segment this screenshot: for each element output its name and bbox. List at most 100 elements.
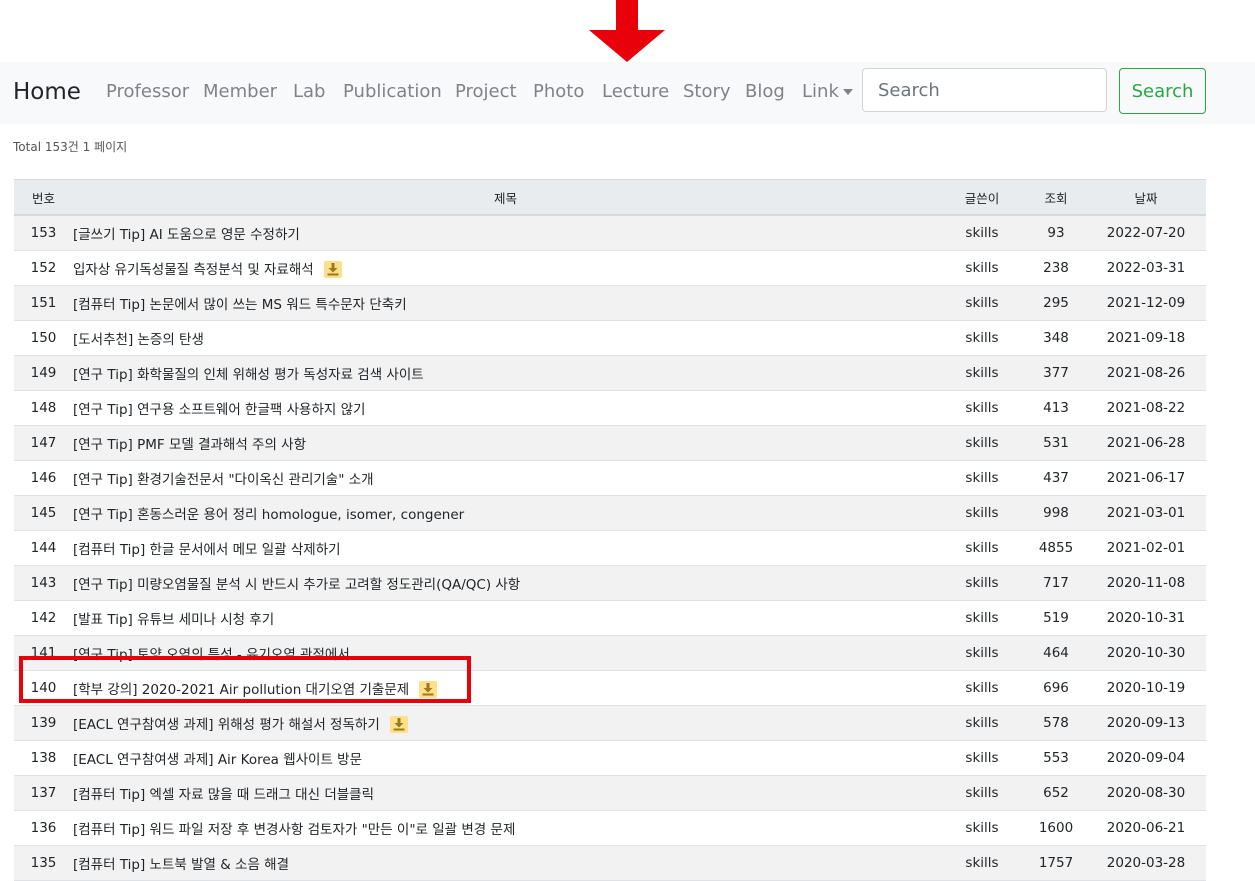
post-title-link[interactable]: [컴퓨터 Tip] 논문에서 많이 쓰는 MS 워드 특수문자 단축키 <box>73 297 407 313</box>
table-row[interactable]: 151 [컴퓨터 Tip] 논문에서 많이 쓰는 MS 워드 특수문자 단축키 sk… <box>14 285 1206 321</box>
navbar: Home Professor Member Lab Publication Pr… <box>0 62 1255 124</box>
post-title-cell: [연구 Tip] 연구용 소프트웨어 한글팩 사용하지 않기 <box>73 390 938 426</box>
post-date: 2020-08-30 <box>1086 775 1206 811</box>
post-writer: skills <box>938 775 1026 811</box>
table-row[interactable]: 150 [도서추천] 논증의 탄생 skills 348 2021-09-18 <box>14 320 1206 356</box>
post-date: 2022-07-20 <box>1086 215 1206 251</box>
post-views: 93 <box>1026 215 1086 251</box>
post-title-link[interactable]: [컴퓨터 Tip] 워드 파일 저장 후 변경사항 검토자가 "만든 이"로 일… <box>73 822 515 838</box>
nav-photo[interactable]: Photo <box>533 81 584 103</box>
post-date: 2020-10-31 <box>1086 600 1206 636</box>
post-title-link[interactable]: [EACL 연구참여생 과제] Air Korea 웹사이트 방문 <box>73 752 362 768</box>
nav-lecture[interactable]: Lecture <box>602 81 669 103</box>
post-title-cell: [컴퓨터 Tip] 논문에서 많이 쓰는 MS 워드 특수문자 단축키 <box>73 285 938 321</box>
post-title-link[interactable]: [연구 Tip] 화학물질의 인체 위해성 평가 독성자료 검색 사이트 <box>73 367 424 383</box>
table-row[interactable]: 153 [글쓰기 Tip] AI 도움으로 영문 수정하기 skills 93 2022… <box>14 215 1206 251</box>
post-writer: skills <box>938 215 1026 251</box>
highlight-box <box>19 656 471 703</box>
table-row[interactable]: 143 [연구 Tip] 미량오염물질 분석 시 반드시 추가로 고려할 정도관리… <box>14 565 1206 601</box>
post-views: 295 <box>1026 285 1086 321</box>
post-date: 2020-11-08 <box>1086 565 1206 601</box>
post-date: 2021-12-09 <box>1086 285 1206 321</box>
post-title-link[interactable]: 입자상 유기독성물질 측정분석 및 자료해석 <box>73 262 314 278</box>
table-row[interactable]: 142 [발표 Tip] 유튜브 세미나 시청 후기 skills 519 2020-1… <box>14 600 1206 636</box>
post-writer: skills <box>938 600 1026 636</box>
table-row[interactable]: 135 [컴퓨터 Tip] 노트북 발열 & 소음 해결 skills 1757 202… <box>14 845 1206 881</box>
post-title-cell: [컴퓨터 Tip] 엑셀 자료 많을 때 드래그 대신 더블클릭 <box>73 775 938 811</box>
post-title-link[interactable]: [연구 Tip] 환경기술전문서 "다이옥신 관리기술" 소개 <box>73 472 374 488</box>
post-title-cell: 입자상 유기독성물질 측정분석 및 자료해석 <box>73 250 938 286</box>
post-views: 377 <box>1026 355 1086 391</box>
table-row[interactable]: 136 [컴퓨터 Tip] 워드 파일 저장 후 변경사항 검토자가 "만든 이"… <box>14 810 1206 846</box>
nav-link-label: Link <box>802 81 839 102</box>
table-row[interactable]: 146 [연구 Tip] 환경기술전문서 "다이옥신 관리기술" 소개 skills… <box>14 460 1206 496</box>
post-number: 146 <box>14 460 73 496</box>
post-title-cell: [컴퓨터 Tip] 노트북 발열 & 소음 해결 <box>73 845 938 881</box>
post-writer: skills <box>938 425 1026 461</box>
table-row[interactable]: 144 [컴퓨터 Tip] 한글 문서에서 메모 일괄 삭제하기 skills 485… <box>14 530 1206 566</box>
post-title-link[interactable]: [발표 Tip] 유튜브 세미나 시청 후기 <box>73 612 274 628</box>
post-title-link[interactable]: [연구 Tip] 혼동스러운 용어 정리 homologue, isomer, … <box>73 507 464 523</box>
post-writer: skills <box>938 635 1026 671</box>
post-views: 4855 <box>1026 530 1086 566</box>
post-title-cell: [연구 Tip] 혼동스러운 용어 정리 homologue, isomer, … <box>73 495 938 531</box>
post-views: 717 <box>1026 565 1086 601</box>
nav-story[interactable]: Story <box>683 81 731 103</box>
post-title-cell: [연구 Tip] 미량오염물질 분석 시 반드시 추가로 고려할 정도관리(QA… <box>73 565 938 601</box>
table-row[interactable]: 147 [연구 Tip] PMF 모델 결과해석 주의 사항 skills 531 20… <box>14 425 1206 461</box>
table-row[interactable]: 139 [EACL 연구참여생 과제] 위해성 평가 해설서 정독하기 skills… <box>14 705 1206 741</box>
post-number: 151 <box>14 285 73 321</box>
post-title-link[interactable]: [연구 Tip] PMF 모델 결과해석 주의 사항 <box>73 437 306 453</box>
table-row[interactable]: 145 [연구 Tip] 혼동스러운 용어 정리 homologue, isome… <box>14 495 1206 531</box>
post-number: 137 <box>14 775 73 811</box>
table-row[interactable]: 138 [EACL 연구참여생 과제] Air Korea 웹사이트 방문 skil… <box>14 740 1206 776</box>
post-date: 2021-08-22 <box>1086 390 1206 426</box>
post-views: 348 <box>1026 320 1086 356</box>
post-date: 2020-09-04 <box>1086 740 1206 776</box>
post-views: 578 <box>1026 705 1086 741</box>
post-title-link[interactable]: [도서추천] 논증의 탄생 <box>73 332 204 348</box>
home-link[interactable]: Home <box>13 78 81 106</box>
post-writer: skills <box>938 390 1026 426</box>
table-row[interactable]: 137 [컴퓨터 Tip] 엑셀 자료 많을 때 드래그 대신 더블클릭 skill… <box>14 775 1206 811</box>
nav-lab[interactable]: Lab <box>293 81 325 103</box>
post-title-link[interactable]: [연구 Tip] 미량오염물질 분석 시 반드시 추가로 고려할 정도관리(QA… <box>73 577 520 593</box>
nav-project[interactable]: Project <box>455 81 517 103</box>
post-title-link[interactable]: [컴퓨터 Tip] 엑셀 자료 많을 때 드래그 대신 더블클릭 <box>73 787 374 803</box>
table-row[interactable]: 149 [연구 Tip] 화학물질의 인체 위해성 평가 독성자료 검색 사이트 s… <box>14 355 1206 391</box>
post-number: 152 <box>14 250 73 286</box>
post-date: 2021-02-01 <box>1086 530 1206 566</box>
post-title-cell: [컴퓨터 Tip] 한글 문서에서 메모 일괄 삭제하기 <box>73 530 938 566</box>
search-button[interactable]: Search <box>1119 68 1206 114</box>
post-writer: skills <box>938 740 1026 776</box>
col-title: 제목 <box>73 179 938 216</box>
board-table: 번호 제목 글쓴이 조회 날짜 153 [글쓰기 Tip] AI 도움으로 영문 … <box>14 179 1206 881</box>
post-views: 413 <box>1026 390 1086 426</box>
nav-blog[interactable]: Blog <box>745 81 785 103</box>
table-row[interactable]: 152 입자상 유기독성물질 측정분석 및 자료해석 skills 238 2022-0… <box>14 250 1206 286</box>
caret-down-icon <box>842 89 853 95</box>
post-title-link[interactable]: [연구 Tip] 연구용 소프트웨어 한글팩 사용하지 않기 <box>73 402 365 418</box>
col-number: 번호 <box>14 179 73 216</box>
nav-publication[interactable]: Publication <box>343 81 442 103</box>
post-number: 147 <box>14 425 73 461</box>
post-date: 2020-10-30 <box>1086 635 1206 671</box>
nav-member[interactable]: Member <box>203 81 277 103</box>
table-header-row: 번호 제목 글쓴이 조회 날짜 <box>14 179 1206 216</box>
post-number: 150 <box>14 320 73 356</box>
download-icon[interactable] <box>389 716 408 734</box>
table-row[interactable]: 148 [연구 Tip] 연구용 소프트웨어 한글팩 사용하지 않기 skills 4… <box>14 390 1206 426</box>
post-writer: skills <box>938 565 1026 601</box>
post-views: 531 <box>1026 425 1086 461</box>
post-title-link[interactable]: [EACL 연구참여생 과제] 위해성 평가 해설서 정독하기 <box>73 717 380 733</box>
post-title-link[interactable]: [컴퓨터 Tip] 노트북 발열 & 소음 해결 <box>73 857 289 873</box>
post-views: 553 <box>1026 740 1086 776</box>
post-title-link[interactable]: [컴퓨터 Tip] 한글 문서에서 메모 일괄 삭제하기 <box>73 542 341 558</box>
total-count: Total 153건 1 페이지 <box>13 140 128 154</box>
post-title-link[interactable]: [글쓰기 Tip] AI 도움으로 영문 수정하기 <box>73 227 300 243</box>
search-input[interactable] <box>862 68 1107 112</box>
col-views: 조회 <box>1026 179 1086 216</box>
nav-professor[interactable]: Professor <box>106 81 189 103</box>
download-icon[interactable] <box>323 261 342 279</box>
nav-link-dropdown[interactable]: Link <box>802 81 853 103</box>
